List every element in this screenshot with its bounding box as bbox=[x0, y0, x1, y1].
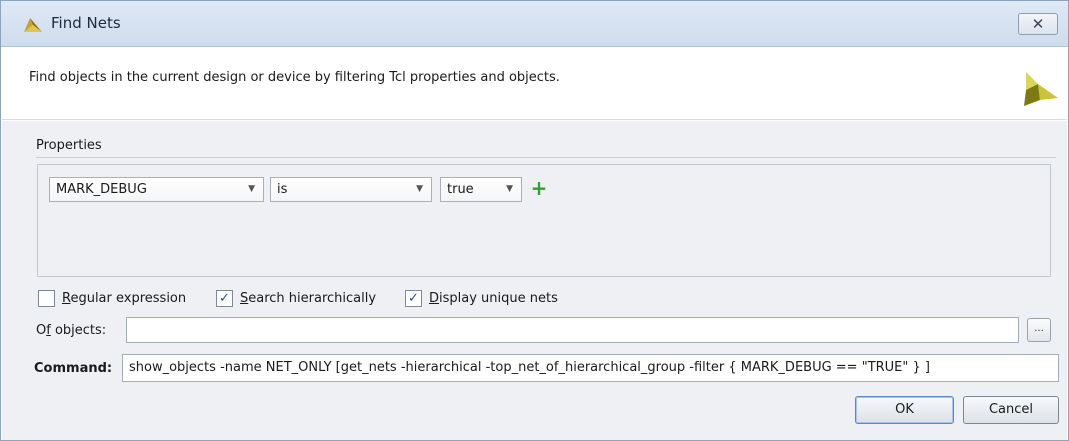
properties-divider bbox=[36, 157, 1056, 158]
properties-panel: MARK_DEBUG ▼ is ▼ true ▼ + bbox=[37, 164, 1051, 277]
title-bar[interactable]: Find Nets ✕ bbox=[1, 1, 1068, 47]
vivado-app-icon bbox=[24, 18, 42, 32]
search-hierarchically-checkbox[interactable]: ✓ Search hierarchically bbox=[216, 289, 396, 309]
operator-select-value: is bbox=[277, 182, 288, 197]
label-text: egular expression bbox=[70, 291, 187, 306]
chevron-down-icon: ▼ bbox=[416, 184, 423, 194]
label-text: earch hierarchically bbox=[248, 291, 377, 306]
of-objects-input[interactable] bbox=[126, 317, 1019, 343]
operator-select[interactable]: is ▼ bbox=[270, 177, 432, 202]
mnemonic-letter: D bbox=[429, 291, 440, 306]
window-title: Find Nets bbox=[51, 14, 121, 32]
checkbox-label: Display unique nets bbox=[429, 291, 558, 306]
label-text: objects: bbox=[50, 323, 107, 338]
chevron-down-icon: ▼ bbox=[506, 184, 513, 194]
property-select[interactable]: MARK_DEBUG ▼ bbox=[49, 177, 264, 202]
find-nets-dialog: Find Nets ✕ Find objects in the current … bbox=[0, 0, 1069, 441]
regular-expression-checkbox[interactable]: Regular expression bbox=[38, 289, 208, 309]
command-label: Command: bbox=[34, 361, 113, 376]
display-unique-nets-checkbox[interactable]: ✓ Display unique nets bbox=[405, 289, 580, 309]
dialog-description: Find objects in the current design or de… bbox=[29, 70, 560, 85]
property-select-value: MARK_DEBUG bbox=[56, 182, 147, 197]
value-select[interactable]: true ▼ bbox=[440, 177, 522, 202]
add-filter-icon[interactable]: + bbox=[528, 177, 550, 199]
label-text: isplay unique nets bbox=[439, 291, 558, 306]
checkbox-label: Search hierarchically bbox=[240, 291, 376, 306]
ok-button[interactable]: OK bbox=[855, 396, 954, 424]
of-objects-label: Of objects: bbox=[36, 323, 106, 338]
checkmark-icon[interactable]: ✓ bbox=[405, 290, 422, 307]
checkbox-label: Regular expression bbox=[62, 291, 186, 306]
cancel-button[interactable]: Cancel bbox=[963, 396, 1059, 424]
label-text: O bbox=[36, 323, 47, 338]
checkbox-box[interactable] bbox=[38, 290, 55, 307]
dialog-header: Find objects in the current design or de… bbox=[2, 48, 1067, 120]
close-icon: ✕ bbox=[1031, 15, 1045, 33]
value-select-value: true bbox=[447, 182, 474, 197]
dialog-body: Properties MARK_DEBUG ▼ is ▼ true ▼ + Re… bbox=[2, 121, 1067, 440]
chevron-down-icon: ▼ bbox=[248, 184, 255, 194]
vivado-logo-icon bbox=[1024, 72, 1058, 106]
close-button[interactable]: ✕ bbox=[1018, 13, 1058, 35]
command-field[interactable]: show_objects -name NET_ONLY [get_nets -h… bbox=[122, 354, 1059, 382]
browse-objects-button[interactable]: ... bbox=[1027, 318, 1051, 342]
properties-label: Properties bbox=[36, 138, 102, 153]
checkmark-icon[interactable]: ✓ bbox=[216, 290, 233, 307]
